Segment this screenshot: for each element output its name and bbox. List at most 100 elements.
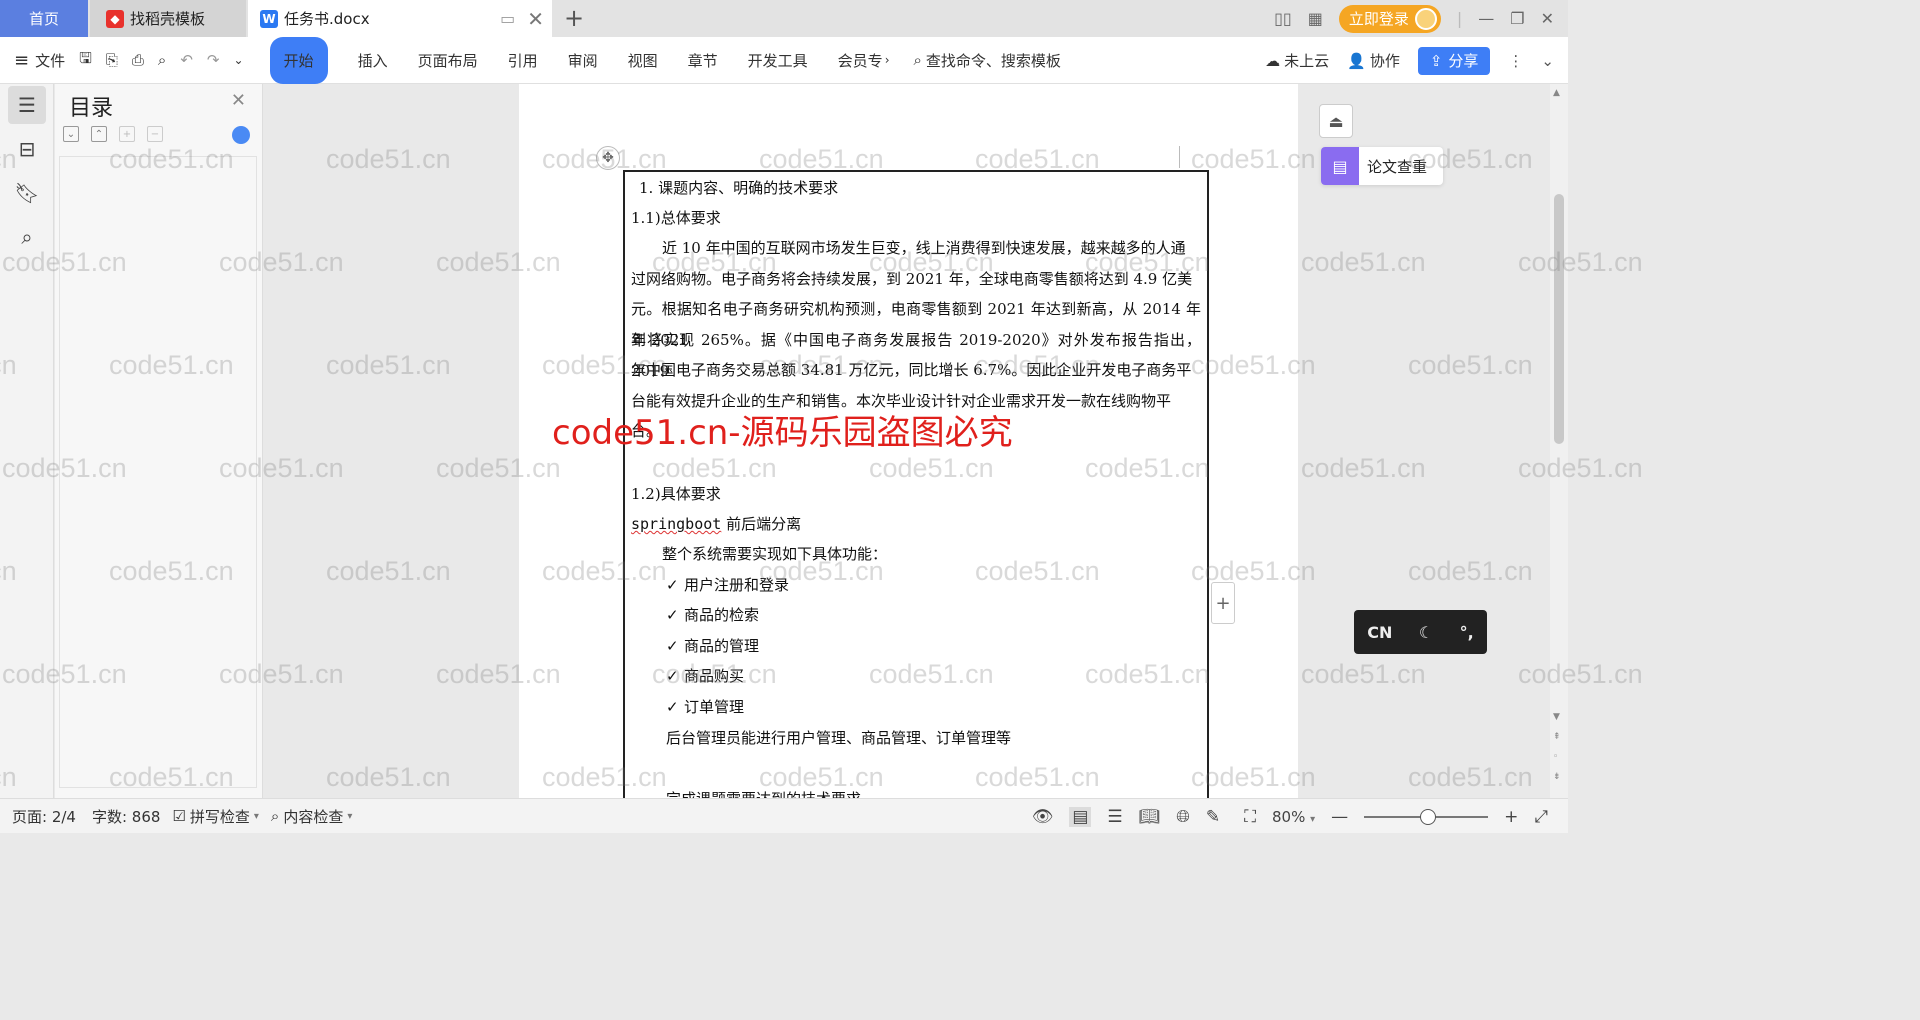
expand-all-icon[interactable]: ⌄ [63,126,79,142]
new-tab-button[interactable]: + [564,4,584,32]
tech-rest: 前后端分离 [721,515,802,533]
undo-icon[interactable]: ↶ [180,37,193,84]
ribbon-tab-start[interactable]: 开始 [269,36,328,84]
moon-icon[interactable]: ☾ [1419,623,1433,642]
write-mode-icon[interactable]: ✎ [1206,807,1220,827]
apps-grid-icon[interactable]: ▦ [1308,9,1323,28]
login-button[interactable]: 立即登录 [1338,4,1441,33]
toc-list [59,156,257,788]
bookmark-icon[interactable]: 🔖︎ [8,174,46,212]
zoom-in-icon[interactable]: + [1504,807,1518,827]
subheading-specific: 1.2)具体要求 [631,485,721,503]
print-icon[interactable]: ⎙ [132,37,144,84]
page-indicator[interactable]: 页面: 2/4 [12,806,76,827]
web-view-icon[interactable]: 🌐︎ [1176,807,1190,827]
list-item-label: 商品的检索 [684,606,760,624]
ribbon-tab-insert[interactable]: 插入 [358,37,388,84]
remove-level-icon[interactable]: − [147,126,163,142]
word-count[interactable]: 字数: 868 [92,806,160,827]
share-button[interactable]: ⇪ 分享 [1417,46,1491,75]
ribbon-tab-review[interactable]: 审阅 [568,37,598,84]
content-check-button[interactable]: ⌕ 内容检查 ▾ [271,806,352,827]
login-label: 立即登录 [1348,10,1409,28]
close-icon[interactable]: ✕ [231,90,246,111]
paper-check-button[interactable]: ▤ 论文查重 [1321,147,1443,185]
collapse-panel-button[interactable]: ⏏ [1319,104,1353,138]
scrollbar-thumb[interactable] [1554,194,1564,444]
cloud-status[interactable]: ☁ 未上云 [1265,37,1329,84]
paragraph-line: 过网络购物。电子商务将会持续发展，到 2021 年，全球电商零售额将达到 4.9… [631,270,1193,288]
ribbon-tab-references[interactable]: 引用 [508,37,538,84]
close-window-icon[interactable]: ✕ [1541,9,1554,28]
title-bar: 首页 ◆ 找稻壳模板 W 任务书.docx ▭ ✕ + ▯▯ ▦ 立即登录 | … [0,0,1568,37]
dropdown-icon: ▾ [253,810,259,822]
reading-view-icon[interactable]: 📖︎ [1139,807,1161,827]
save-icon[interactable]: 🖫 [79,37,92,84]
zoom-out-icon[interactable]: — [1331,807,1348,827]
chevron-down-icon[interactable]: ⌄ [233,37,243,84]
page-down-icon[interactable]: ▼ [1553,712,1560,722]
reading-layout-icon[interactable]: ▯▯ [1274,9,1292,28]
next-page-icon[interactable]: ⇟ [1553,772,1561,782]
ribbon-tab-member-label: 会员专 [837,51,883,70]
collapse-ribbon-icon[interactable]: ⌄ [1541,52,1554,70]
tab-document[interactable]: W 任务书.docx ▭ ✕ [248,0,552,37]
more-icon[interactable]: ⋮ [1508,52,1523,70]
punctuation-icon[interactable]: °, [1460,623,1474,642]
restore-icon[interactable]: ❐ [1510,9,1524,28]
ribbon-tab-developer[interactable]: 开发工具 [748,37,808,84]
select-browse-icon[interactable]: ◦ [1553,752,1558,762]
page-view-icon[interactable]: ▤ [1069,806,1092,827]
list-item: ✓ 用户注册和登录 [666,575,1201,595]
command-search[interactable]: ⌕ 查找命令、搜索模板 [914,37,1061,84]
ribbon-tab-chapter[interactable]: 章节 [688,37,718,84]
status-bar: 页面: 2/4 字数: 868 ☑ 拼写检查 ▾ ⌕ 内容检查 ▾ 👁︎ ▤ ☰… [0,798,1568,833]
hamburger-icon: ≡ [14,49,30,71]
fit-page-icon[interactable]: ⛶ [1244,807,1256,827]
list-item-label: 商品的管理 [684,637,760,655]
list-item: ✓ 订单管理 [666,697,1201,717]
redo-icon[interactable]: ↷ [207,37,220,84]
collaborate-button[interactable]: 👤 协作 [1347,37,1400,84]
tab-home[interactable]: 首页 [0,0,88,37]
scroll-up-icon[interactable]: ▲ [1553,88,1560,98]
toc-panel-icon[interactable]: ☰ [8,86,46,124]
fullscreen-icon[interactable]: ⤢ [1534,807,1548,827]
ime-toolbar[interactable]: CN ☾ °, [1354,610,1487,654]
vertical-scrollbar[interactable]: ▲ ▼ ⇞ ◦ ⇟ [1550,84,1568,798]
print-preview-icon[interactable]: ⌕ [158,37,166,84]
screen-icon[interactable]: ▭ [500,9,515,28]
tab-home-label: 首页 [28,10,59,28]
file-menu[interactable]: ≡ 文件 [14,37,65,84]
prev-page-icon[interactable]: ⇞ [1553,732,1561,742]
checkbox-icon: ☑ [172,807,186,825]
smart-toc-icon[interactable] [232,126,250,144]
ribbon-tab-page-layout[interactable]: 页面布局 [418,37,478,84]
add-level-icon[interactable]: + [119,126,135,142]
chapter-nav-icon[interactable]: ⊟ [8,130,46,168]
spell-check-button[interactable]: ☑ 拼写检查 ▾ [172,806,259,827]
command-search-placeholder: 查找命令、搜索模板 [925,51,1061,70]
paper-check-icon: ▤ [1321,147,1359,185]
minimize-icon[interactable]: — [1478,9,1494,28]
tab-template-store[interactable]: ◆ 找稻壳模板 [90,0,246,37]
search-icon[interactable]: ⌕ [8,218,46,256]
tech-word: springboot [631,515,722,533]
ribbon-tab-member[interactable]: 会员专 › [838,37,890,84]
add-row-button[interactable]: + [1211,582,1235,624]
collapse-all-icon[interactable]: ⌃ [91,126,107,142]
close-tab-icon[interactable]: ✕ [527,7,544,31]
table-move-icon[interactable]: ✥ [596,146,620,170]
ribbon-tab-view[interactable]: 视图 [628,37,658,84]
task-table-cell[interactable]: 1. 课题内容、明确的技术要求 1.1)总体要求 近 10 年中国的互联网市场发… [623,170,1209,798]
export-pdf-icon[interactable]: ⎘ [106,37,118,84]
spell-check-label: 拼写检查 [189,807,250,826]
zoom-slider-knob[interactable] [1420,808,1437,825]
eye-protection-icon[interactable]: 👁︎ [1032,807,1054,827]
zoom-level[interactable]: 80% ▾ [1272,808,1315,826]
ime-language[interactable]: CN [1367,623,1392,642]
outline-view-icon[interactable]: ☰ [1107,807,1122,827]
heading-1: 1. 课题内容、明确的技术要求 [639,179,839,197]
zoom-slider[interactable] [1364,808,1489,825]
watermark-red: code51.cn-源码乐园盗图必究 [552,413,1013,453]
